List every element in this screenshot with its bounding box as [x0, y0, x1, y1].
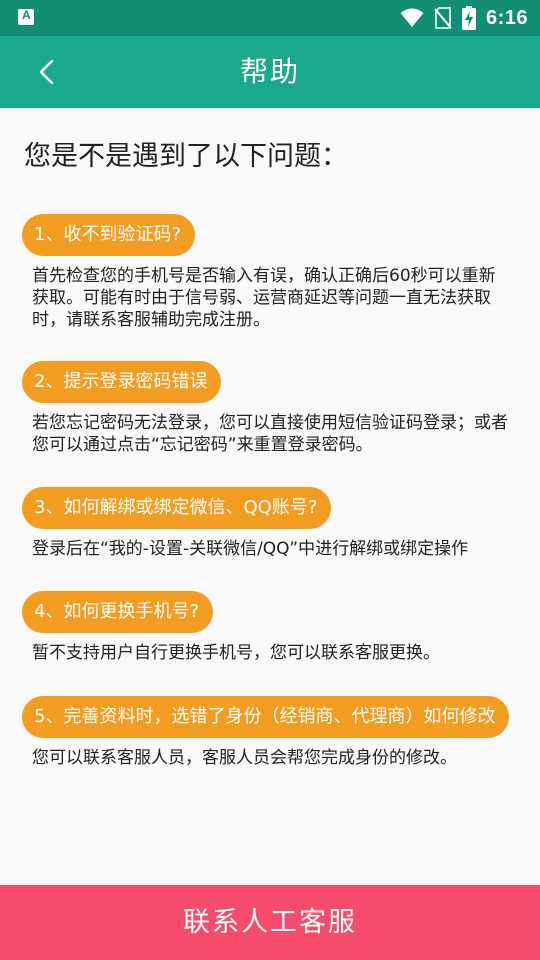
- wifi-icon: [400, 8, 424, 27]
- battery-charging-icon: [461, 6, 476, 30]
- help-content: 您是不是遇到了以下问题： 1、收不到验证码? 首先检查您的手机号是否输入有误，确…: [0, 108, 540, 884]
- faq-answer: 首先检查您的手机号是否输入有误，确认正确后60秒可以重新获取。可能有时由于信号弱…: [32, 266, 496, 330]
- faq-answer: 暂不支持用户自行更换手机号，您可以联系客服更换。: [32, 643, 440, 663]
- faq-question-pill: 4、如何更换手机号?: [22, 591, 214, 633]
- faq-question-pill: 1、收不到验证码?: [22, 214, 196, 256]
- faq-question-pill: 5、完善资料时，选错了身份（经销商、代理商）如何修改: [22, 696, 510, 738]
- faq-answer: 若您忘记密码无法登录，您可以直接使用短信验证码登录；或者您可以通过点击“忘记密码…: [32, 413, 508, 455]
- status-time: 6:16: [485, 6, 528, 29]
- page-title: 帮助: [239, 55, 300, 88]
- no-sim-icon: [434, 7, 452, 29]
- contact-support-button[interactable]: 联系人工客服: [0, 885, 540, 960]
- help-heading: 您是不是遇到了以下问题：: [24, 141, 348, 172]
- faq-answer: 登录后在“我的-设置-关联微信/QQ”中进行解绑或绑定操作: [32, 539, 469, 559]
- notification-a-icon: [18, 8, 34, 25]
- faq-answer: 您可以联系客服人员，客服人员会帮您完成身份的修改。: [32, 748, 457, 768]
- faq-question-pill: 3、如何解绑或绑定微信、QQ账号?: [22, 487, 332, 529]
- app-bar: 帮助: [0, 36, 540, 108]
- faq-question-pill: 2、提示登录密码错误: [22, 361, 222, 403]
- status-icons: 6:16: [400, 0, 528, 36]
- status-bar: 6:16: [0, 0, 540, 36]
